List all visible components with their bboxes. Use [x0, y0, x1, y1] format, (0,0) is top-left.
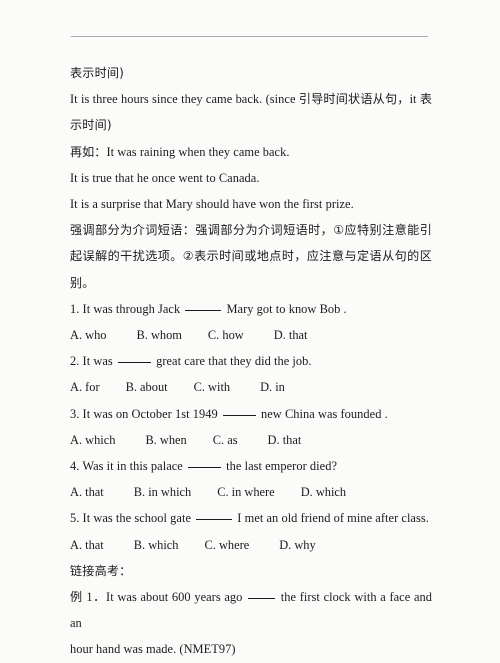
option-q5-d[interactable]: D. why: [279, 538, 315, 552]
option-q5-c[interactable]: C. where: [204, 538, 249, 552]
text-line-5: It is true that he once went to Canada.: [70, 170, 260, 185]
text-line-4: 再如：It was raining when they came back.: [70, 139, 432, 165]
document-page: 表示时间) It is three hours since they came …: [0, 0, 500, 656]
section-heading: 链接高考：: [70, 563, 132, 578]
question-3-options: A. which B. when C. as D. that: [70, 427, 432, 453]
question-2-prefix: 2. It was: [70, 354, 116, 369]
option-q1-d[interactable]: D. that: [274, 328, 308, 342]
question-5-options: A. that B. which C. where D. why: [70, 532, 432, 558]
text-line-3: 示时间): [70, 118, 112, 133]
question-4: 4. Was it in this palace the last empero…: [70, 453, 432, 479]
header-rule: [71, 36, 428, 37]
option-q3-b[interactable]: B. when: [145, 433, 186, 447]
question-5-blank[interactable]: [196, 519, 233, 521]
question-2-options: A. for B. about C. with D. in: [70, 374, 432, 400]
text-line-4-en: It was raining when they came back.: [106, 144, 290, 159]
option-q4-d[interactable]: D. which: [301, 485, 346, 499]
text-line-9: 别。: [70, 275, 95, 290]
option-q4-c[interactable]: C. in where: [217, 485, 274, 499]
text-line-4-han: 再如：: [70, 144, 107, 159]
text-line-2-pre: It is three hours since they came back. …: [70, 92, 299, 107]
option-q4-a[interactable]: A. that: [70, 479, 104, 505]
option-q2-b[interactable]: B. about: [126, 380, 168, 394]
question-3-suffix: new China was founded .: [257, 406, 388, 421]
text-line-2-han: 引导时间状语从句，: [298, 92, 410, 107]
text-line-2-han2: 表: [419, 92, 433, 107]
text-line-2: It is three hours since they came back. …: [70, 86, 432, 112]
example-prefix: 1．It was about 600 years ago: [82, 590, 247, 605]
option-q1-a[interactable]: A. who: [70, 322, 106, 348]
question-2-blank[interactable]: [117, 362, 151, 364]
text-line-2-mid: it: [409, 92, 420, 107]
question-2-suffix: great care that they did the job.: [152, 354, 312, 369]
question-1-blank[interactable]: [185, 309, 222, 311]
option-q3-d[interactable]: D. that: [268, 433, 302, 447]
text-line-7: 强调部分为介词短语：强调部分为介词短语时，①应特别注意能引: [70, 223, 432, 238]
question-3: 3. It was on October 1st 1949 new China …: [70, 401, 432, 427]
example-blank[interactable]: [248, 598, 276, 600]
question-3-prefix: 3. It was on October 1st 1949: [70, 406, 221, 421]
text-line-8: 起误解的干扰选项。②表示时间或地点时，应注意与定语从句的区: [70, 249, 432, 264]
example-line-1: 例 1．It was about 600 years ago the first…: [70, 584, 432, 636]
document-body: 表示时间) It is three hours since they came …: [70, 60, 432, 663]
question-3-blank[interactable]: [222, 414, 256, 416]
example-line-2: hour hand was made. (NMET97): [70, 642, 236, 657]
option-q4-b[interactable]: B. in which: [134, 485, 191, 499]
question-4-suffix: the last emperor died?: [223, 459, 337, 474]
option-q3-a[interactable]: A. which: [70, 427, 115, 453]
question-5-suffix: I met an old friend of mine after class.: [234, 511, 429, 526]
question-1-prefix: 1. It was through Jack: [70, 301, 184, 316]
option-q5-b[interactable]: B. which: [134, 538, 179, 552]
question-4-prefix: 4. Was it in this palace: [70, 459, 186, 474]
option-q2-d[interactable]: D. in: [260, 380, 285, 394]
option-q5-a[interactable]: A. that: [70, 532, 104, 558]
option-q1-c[interactable]: C. how: [208, 328, 244, 342]
question-5-prefix: 5. It was the school gate: [70, 511, 195, 526]
question-2: 2. It was great care that they did the j…: [70, 348, 432, 374]
question-4-options: A. that B. in which C. in where D. which: [70, 479, 432, 505]
example-han-label: 例: [70, 590, 83, 605]
question-1: 1. It was through Jack Mary got to know …: [70, 296, 432, 322]
option-q1-b[interactable]: B. whom: [136, 328, 181, 342]
question-4-blank[interactable]: [188, 467, 221, 469]
option-q2-c[interactable]: C. with: [194, 380, 231, 394]
text-line-1: 表示时间): [70, 66, 125, 80]
option-q3-c[interactable]: C. as: [213, 433, 238, 447]
question-1-suffix: Mary got to know Bob .: [223, 301, 347, 316]
question-1-options: A. who B. whom C. how D. that: [70, 322, 432, 348]
text-line-6: It is a surprise that Mary should have w…: [70, 197, 354, 212]
option-q2-a[interactable]: A. for: [70, 374, 100, 400]
question-5: 5. It was the school gate I met an old f…: [70, 505, 432, 531]
